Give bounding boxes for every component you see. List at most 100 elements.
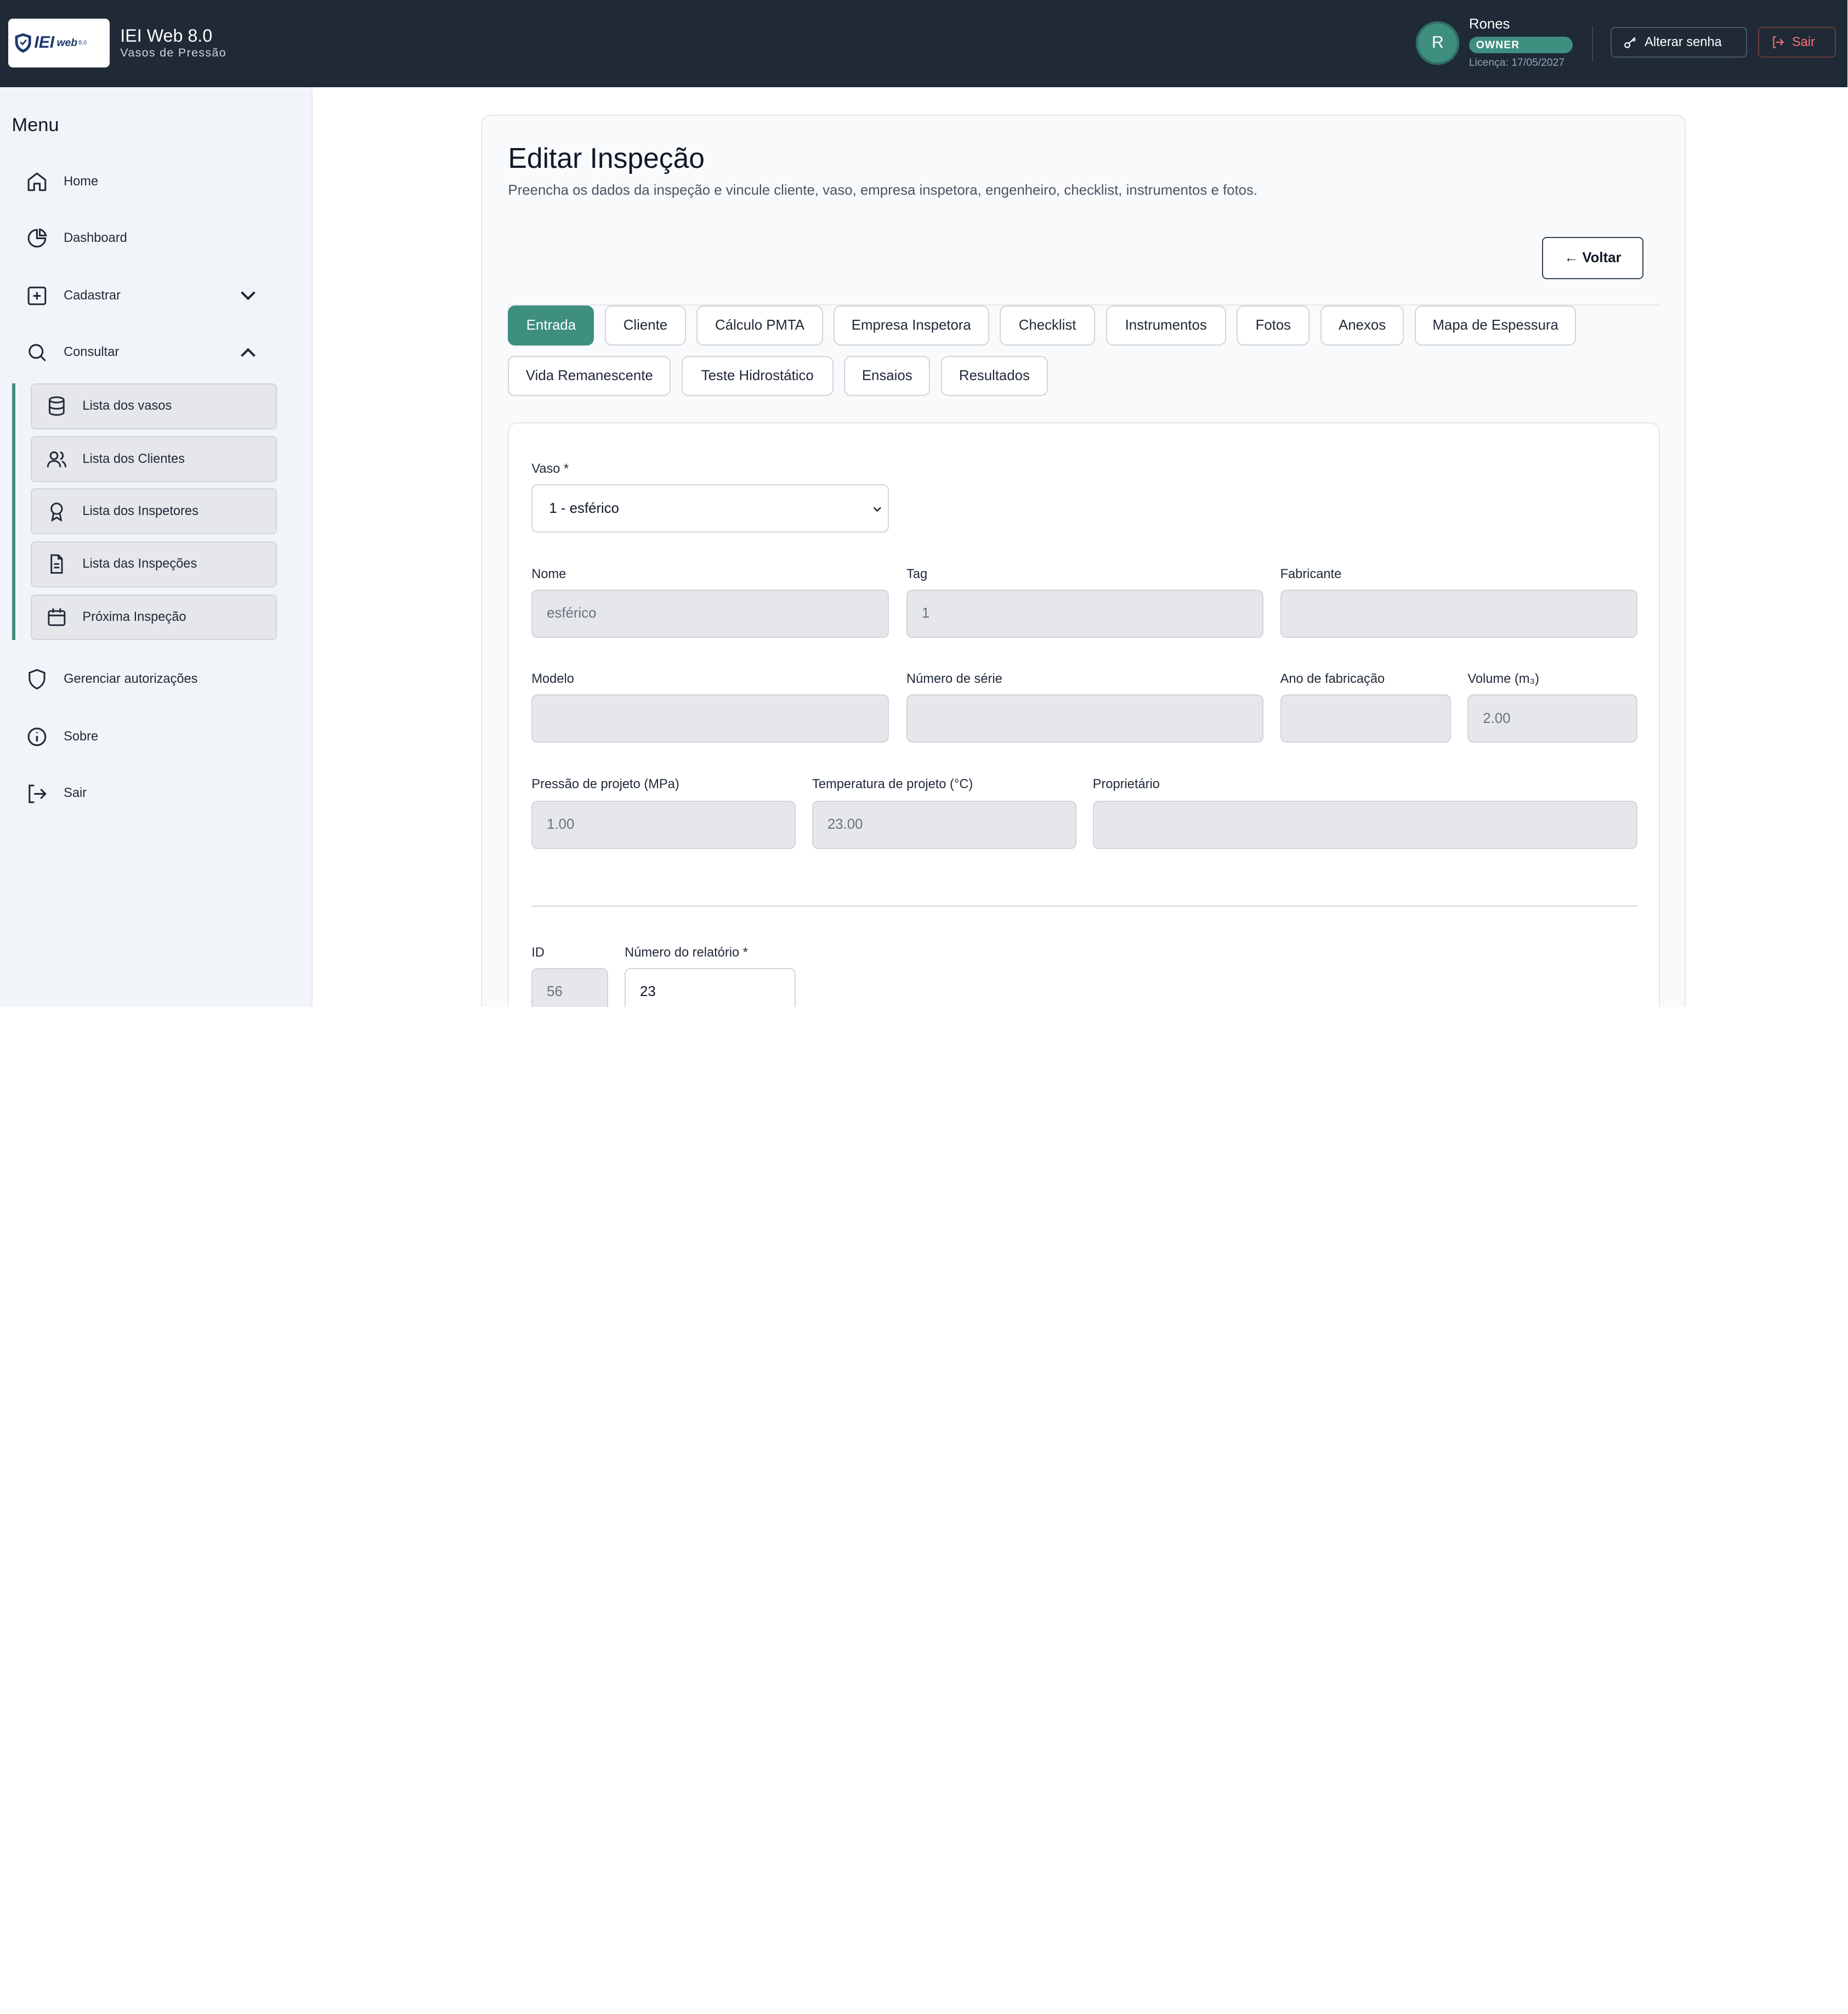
role-badge: OWNER	[1469, 36, 1573, 53]
sidebar-item-label: Cadastrar	[64, 288, 121, 303]
temperatura-label: Temperatura de projeto (°C)	[812, 777, 973, 791]
license-text: Licença: 17/05/2027	[1469, 56, 1565, 69]
logout-label: Sair	[1792, 35, 1815, 49]
tag-field[interactable]: 1	[906, 589, 1264, 638]
sidebar-subitem-label: Lista dos Clientes	[82, 451, 185, 466]
tab-anexos[interactable]: Anexos	[1320, 305, 1404, 346]
change-password-label: Alterar senha	[1645, 35, 1722, 49]
modelo-label: Modelo	[531, 672, 574, 687]
tab-instrumentos[interactable]: Instrumentos	[1106, 305, 1226, 346]
section-divider	[531, 905, 1638, 907]
app-subtitle: Vasos de Pressão	[120, 46, 226, 59]
tab-checklist[interactable]: Checklist	[1000, 305, 1096, 346]
serie-label: Número de série	[906, 672, 1002, 687]
logo-text: IEI	[34, 33, 55, 52]
tab-cliente[interactable]: Cliente	[604, 305, 687, 346]
sidebar-subitem-label: Próxima Inspeção	[82, 610, 186, 625]
id-label: ID	[531, 945, 545, 960]
sidebar-item-autorizacoes[interactable]: Gerenciar autorizações	[26, 665, 274, 694]
file-text-icon	[50, 555, 63, 574]
page-title: Editar Inspeção	[508, 142, 705, 174]
nome-field[interactable]: esférico	[531, 589, 889, 638]
back-button[interactable]: ← Voltar	[1542, 236, 1643, 280]
sidebar-item-label: Dashboard	[64, 230, 127, 245]
app-logo[interactable]: IEI web 8.0	[8, 19, 110, 67]
sidebar-item-label: Consultar	[64, 345, 120, 360]
vaso-select-value: 1 - esférico	[549, 500, 620, 516]
relatorio-field[interactable]: 23	[625, 968, 796, 1008]
database-icon	[48, 397, 65, 416]
sidebar-item-consultar[interactable]: Consultar	[26, 338, 274, 367]
chevron-down-icon	[873, 506, 881, 512]
plus-square-icon	[27, 286, 47, 306]
ano-field[interactable]	[1280, 694, 1452, 743]
edit-inspection-card: Editar Inspeção Preencha os dados da ins…	[481, 114, 1686, 1008]
search-icon	[29, 344, 47, 362]
user-name: Rones	[1469, 16, 1510, 32]
sidebar-subitem-inspetores[interactable]: Lista dos Inspetores	[30, 488, 277, 534]
tab-empresa-inspetora[interactable]: Empresa Inspetora	[833, 305, 989, 346]
sidebar-item-cadastrar[interactable]: Cadastrar	[26, 282, 274, 310]
sidebar-subitem-proxima-inspecao[interactable]: Próxima Inspeção	[30, 594, 277, 641]
sidebar-item-home[interactable]: Home	[26, 167, 274, 196]
serie-field[interactable]	[906, 694, 1264, 743]
users-icon	[47, 451, 66, 468]
menu-title: Menu	[12, 114, 59, 135]
chevron-up-icon	[241, 348, 256, 358]
sidebar-subitem-clientes[interactable]: Lista dos Clientes	[30, 436, 277, 483]
sidebar-item-label: Home	[64, 174, 99, 189]
pie-chart-icon	[27, 228, 47, 248]
sidebar-item-sobre[interactable]: Sobre	[26, 723, 274, 751]
logo-web-text: web	[56, 36, 78, 49]
modelo-field[interactable]	[531, 694, 889, 743]
proprietario-field[interactable]	[1092, 800, 1638, 849]
tab-ensaios[interactable]: Ensaios	[844, 356, 931, 397]
id-field[interactable]: 56	[531, 968, 609, 1008]
form-panel: Vaso * 1 - esférico Nome esférico Tag 1 …	[508, 422, 1660, 1008]
tag-label: Tag	[906, 567, 928, 581]
sidebar-item-dashboard[interactable]: Dashboard	[26, 224, 274, 252]
app-page: IEI web 8.0 IEI Web 8.0 Vasos de Pressão…	[0, 0, 1848, 1008]
page-subtitle: Preencha os dados da inspeção e vincule …	[508, 183, 1258, 199]
pressao-field[interactable]: 1.00	[531, 800, 796, 849]
change-password-button[interactable]: Alterar senha	[1610, 27, 1748, 58]
tab-resultados[interactable]: Resultados	[940, 356, 1048, 397]
relatorio-label: Número do relatório *	[625, 945, 748, 960]
volume-field[interactable]: 2.00	[1467, 694, 1638, 743]
sidebar-subitem-vasos[interactable]: Lista dos vasos	[30, 383, 277, 429]
ano-label: Ano de fabricação	[1280, 672, 1385, 687]
temperatura-field[interactable]: 23.00	[812, 800, 1076, 849]
shield-icon	[29, 669, 46, 690]
sidebar-subitem-label: Lista das Inspeções	[82, 557, 197, 572]
logo-version: 8.0	[78, 39, 87, 47]
chevron-down-icon	[241, 291, 256, 301]
sidebar-item-sair[interactable]: Sair	[26, 779, 274, 808]
award-icon	[50, 502, 63, 522]
tab-mapa-espessura[interactable]: Mapa de Espessura	[1414, 305, 1577, 346]
shield-logo-icon	[15, 33, 31, 53]
avatar[interactable]: R	[1418, 24, 1458, 63]
sidebar-subitem-inspecoes[interactable]: Lista das Inspeções	[30, 541, 277, 587]
tab-entrada[interactable]: Entrada	[508, 305, 594, 346]
pressao-label: Pressão de projeto (MPa)	[531, 777, 679, 791]
logout-icon	[29, 784, 47, 803]
app-title: IEI Web 8.0	[120, 26, 213, 46]
sidebar-subitem-label: Lista dos vasos	[82, 399, 172, 414]
proprietario-label: Proprietário	[1092, 777, 1160, 791]
tab-teste-hidrostatico[interactable]: Teste Hidrostático	[681, 356, 834, 397]
volume-label: Volume (m₃)	[1467, 672, 1539, 687]
info-icon	[27, 727, 47, 746]
logout-icon	[1773, 36, 1784, 49]
tab-fotos[interactable]: Fotos	[1237, 305, 1310, 346]
vaso-select[interactable]: 1 - esférico	[531, 484, 889, 533]
header-divider	[1591, 26, 1593, 61]
calendar-icon	[48, 608, 65, 626]
tab-vida-remanescente[interactable]: Vida Remanescente	[508, 356, 671, 397]
sidebar-item-label: Sair	[64, 786, 87, 801]
logout-button[interactable]: Sair	[1758, 27, 1836, 58]
fabricante-field[interactable]	[1280, 589, 1638, 638]
top-bar: IEI web 8.0 IEI Web 8.0 Vasos de Pressão…	[0, 0, 1848, 88]
tab-calculo-pmta[interactable]: Cálculo PMTA	[696, 305, 823, 346]
key-icon	[1624, 37, 1636, 49]
fabricante-label: Fabricante	[1280, 567, 1342, 581]
